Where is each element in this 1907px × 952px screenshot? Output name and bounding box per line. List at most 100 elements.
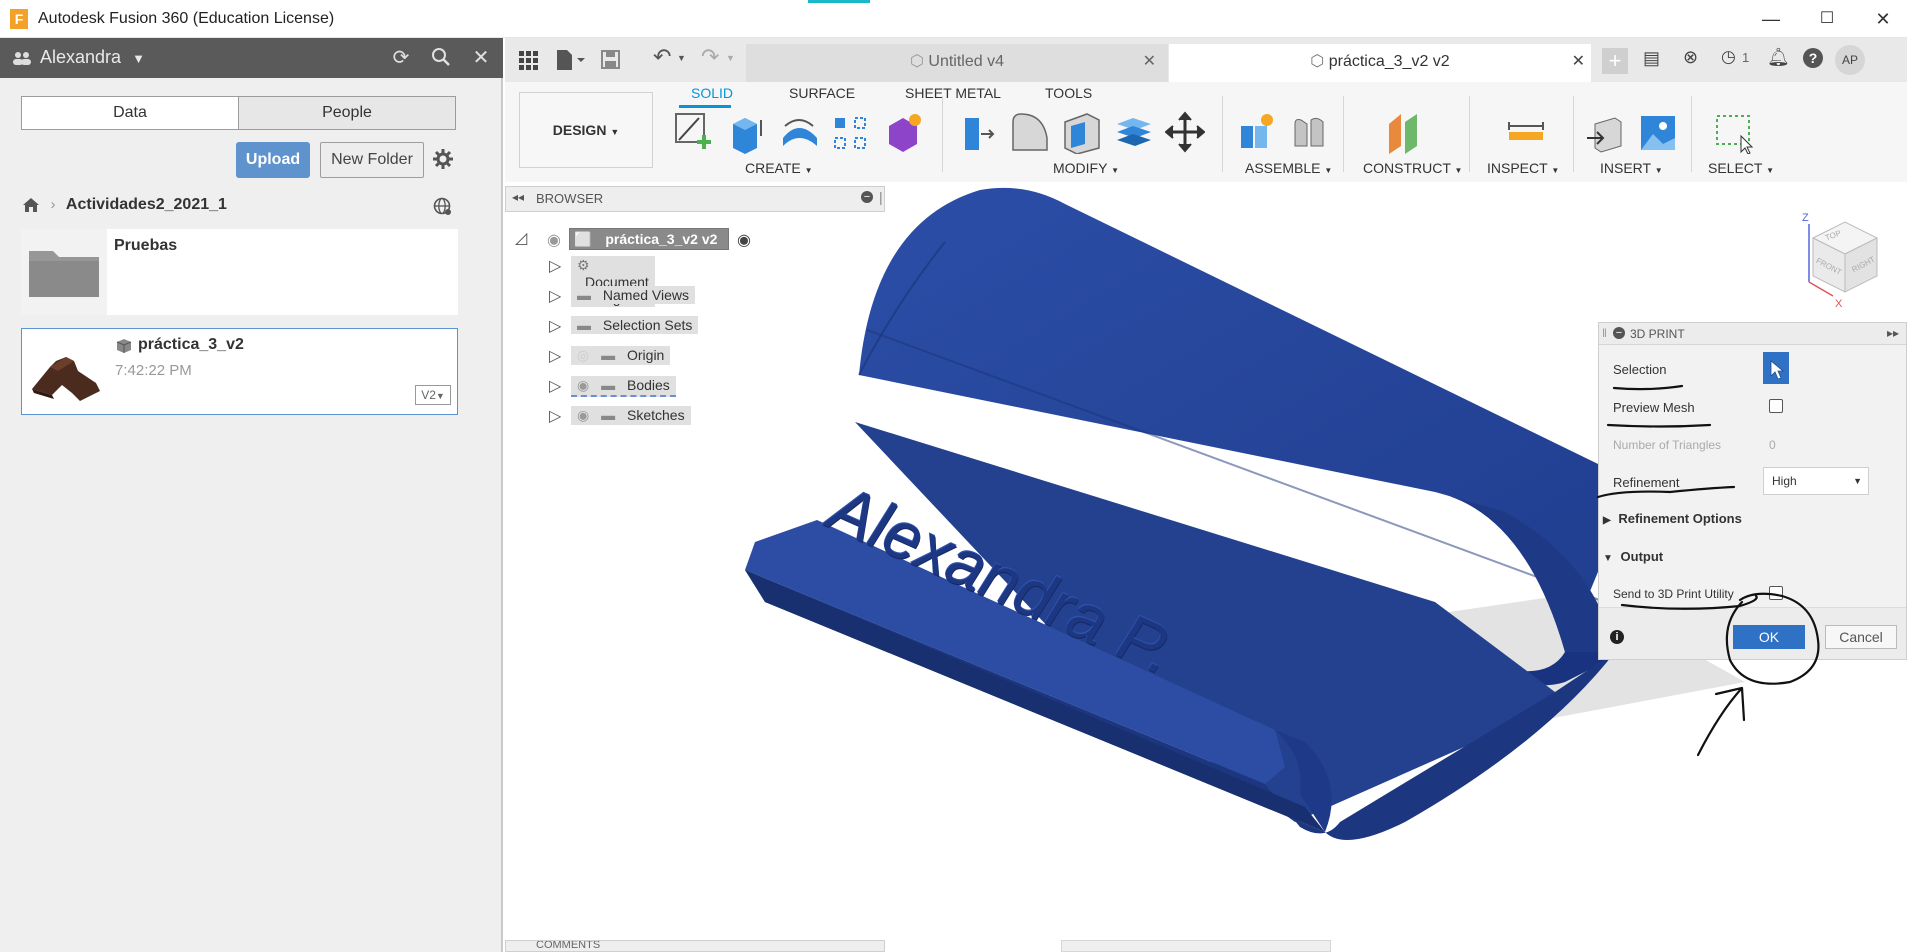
select-menu[interactable]: SELECT ▼ (1708, 160, 1774, 176)
close-window-button[interactable]: ✕ (1860, 6, 1906, 32)
navigation-bar[interactable] (1061, 940, 1331, 952)
minimize-button[interactable]: — (1748, 6, 1794, 32)
expand-triangle-icon[interactable]: ▷ (549, 346, 561, 366)
notifications-bell-icon[interactable]: 🔔︎ (1767, 47, 1790, 68)
tab-practica[interactable]: ⬡ práctica_3_v2 v2 ✕ (1169, 44, 1591, 82)
activate-radio-icon[interactable]: ◉ (737, 230, 751, 250)
revolve-icon[interactable] (779, 110, 819, 154)
pin-browser-icon[interactable]: | (879, 189, 883, 205)
tab-tools[interactable]: TOOLS (1045, 85, 1092, 101)
construct-menu[interactable]: CONSTRUCT ▼ (1363, 160, 1462, 176)
selection-picker[interactable] (1763, 352, 1789, 384)
insert-canvas-icon[interactable] (1637, 110, 1677, 154)
gear-icon[interactable] (432, 148, 454, 170)
tab-data[interactable]: Data (21, 96, 239, 130)
close-tab-icon[interactable]: ✕ (1143, 44, 1156, 80)
eye-icon[interactable]: ◉ (547, 230, 561, 250)
expand-triangle-icon[interactable]: ▷ (549, 376, 561, 396)
undo-icon[interactable]: ↶ (653, 44, 671, 70)
jobs-clock-icon[interactable]: ◷ (1721, 47, 1736, 67)
avatar[interactable]: AP (1835, 45, 1865, 75)
tab-solid[interactable]: SOLID (691, 85, 733, 101)
home-icon[interactable] (22, 197, 40, 213)
insert-derive-icon[interactable] (1585, 110, 1625, 154)
design-card[interactable]: práctica_3_v2 7:42:22 PM V2▼ (21, 328, 458, 415)
shell-icon[interactable] (1061, 110, 1101, 154)
create-sketch-icon[interactable] (673, 110, 713, 154)
collapse-browser-icon[interactable]: ◂◂ (512, 190, 524, 204)
preview-mesh-checkbox[interactable] (1769, 399, 1783, 413)
joint-icon[interactable] (1289, 110, 1329, 154)
minimize-browser-icon[interactable]: − (861, 191, 873, 203)
refresh-icon[interactable]: ⟳ (388, 46, 414, 70)
inspect-menu[interactable]: INSPECT ▼ (1487, 160, 1559, 176)
save-icon[interactable] (601, 50, 621, 70)
pattern-icon[interactable] (831, 110, 871, 154)
workspace-switcher[interactable]: DESIGN ▼ (519, 92, 653, 168)
combine-icon[interactable] (1113, 110, 1153, 154)
team-selector[interactable]: Alexandra ▼ (40, 47, 145, 68)
viewcube[interactable]: TOP FRONT RIGHT Z X (1795, 212, 1895, 312)
insert-menu[interactable]: INSERT ▼ (1600, 160, 1663, 176)
comments-panel[interactable]: COMMENTS (505, 940, 885, 952)
info-icon[interactable]: i (1610, 630, 1624, 644)
extensions-icon[interactable]: ⊗ (1683, 47, 1698, 68)
drag-handle-icon[interactable]: ‖ (1602, 326, 1607, 340)
redo-dropdown-icon[interactable]: ▼ (726, 53, 735, 63)
globe-icon[interactable] (433, 197, 453, 217)
refinement-options-section[interactable]: ▶ Refinement Options (1603, 511, 1742, 526)
measure-icon[interactable] (1505, 110, 1545, 154)
extrude-icon[interactable] (727, 110, 767, 154)
create-form-icon[interactable] (883, 110, 923, 154)
move-copy-icon[interactable] (1165, 110, 1205, 154)
version-dropdown[interactable]: V2▼ (415, 385, 451, 405)
file-menu-icon[interactable] (555, 49, 585, 71)
expand-triangle-icon[interactable]: ▷ (549, 316, 561, 336)
dialog-header[interactable]: ‖ − 3D PRINT ▸▸ (1599, 323, 1906, 345)
expand-triangle-icon[interactable]: ▷ (549, 286, 561, 306)
create-menu[interactable]: CREATE ▼ (745, 160, 813, 176)
caret-down-icon: ▼ (435, 391, 445, 401)
fillet-icon[interactable] (1009, 110, 1049, 154)
eye-icon[interactable]: ◉ (577, 377, 589, 393)
expand-triangle-icon[interactable]: ▷ (549, 406, 561, 426)
new-folder-button[interactable]: New Folder (320, 142, 424, 178)
collapse-triangle-icon[interactable]: ◿ (515, 228, 527, 248)
axis-x-label: X (1835, 298, 1843, 310)
root-component-label: práctica_3_v2 v2 (605, 231, 718, 247)
help-icon[interactable]: ? (1803, 48, 1823, 68)
hidden-eye-icon[interactable]: ◎ (577, 347, 589, 363)
assemble-menu[interactable]: ASSEMBLE ▼ (1245, 160, 1332, 176)
cancel-button[interactable]: Cancel (1825, 625, 1897, 649)
eye-icon[interactable]: ◉ (577, 407, 589, 423)
upload-button[interactable]: Upload (236, 142, 310, 178)
redo-icon[interactable]: ↷ (701, 44, 719, 70)
close-panel-icon[interactable]: ✕ (468, 46, 494, 70)
apps-grid-icon[interactable] (518, 50, 538, 70)
maximize-button[interactable]: ☐ (1804, 6, 1850, 32)
expand-triangle-icon[interactable]: ▷ (549, 256, 561, 276)
offset-plane-icon[interactable] (1385, 110, 1425, 154)
tab-untitled[interactable]: ⬡ Untitled v4 ✕ (746, 44, 1168, 82)
undo-dropdown-icon[interactable]: ▼ (677, 53, 686, 63)
expand-dialog-icon[interactable]: ▸▸ (1887, 326, 1899, 340)
tab-sheet-metal[interactable]: SHEET METAL (905, 85, 1001, 101)
ok-button[interactable]: OK (1733, 625, 1805, 649)
output-section[interactable]: ▼ Output (1603, 549, 1663, 564)
press-pull-icon[interactable] (957, 110, 997, 154)
minimize-dialog-icon[interactable]: − (1613, 327, 1625, 339)
job-status-icon[interactable]: ▤ (1643, 48, 1660, 69)
tab-people[interactable]: People (238, 96, 456, 130)
modify-menu[interactable]: MODIFY ▼ (1053, 160, 1119, 176)
search-icon[interactable] (428, 46, 454, 70)
select-window-icon[interactable] (1713, 110, 1753, 154)
refinement-select[interactable]: High ▼ (1763, 467, 1869, 495)
new-tab-button[interactable]: + (1602, 48, 1628, 74)
new-component-icon[interactable] (1237, 110, 1277, 154)
breadcrumb-project[interactable]: Actividades2_2021_1 (66, 196, 227, 213)
tab-surface[interactable]: SURFACE (789, 85, 855, 101)
folder-card[interactable]: Pruebas (21, 229, 458, 315)
close-tab-icon[interactable]: ✕ (1572, 44, 1585, 80)
root-component[interactable]: ⬜ práctica_3_v2 v2 (569, 228, 729, 250)
send-to-utility-checkbox[interactable] (1769, 586, 1783, 600)
